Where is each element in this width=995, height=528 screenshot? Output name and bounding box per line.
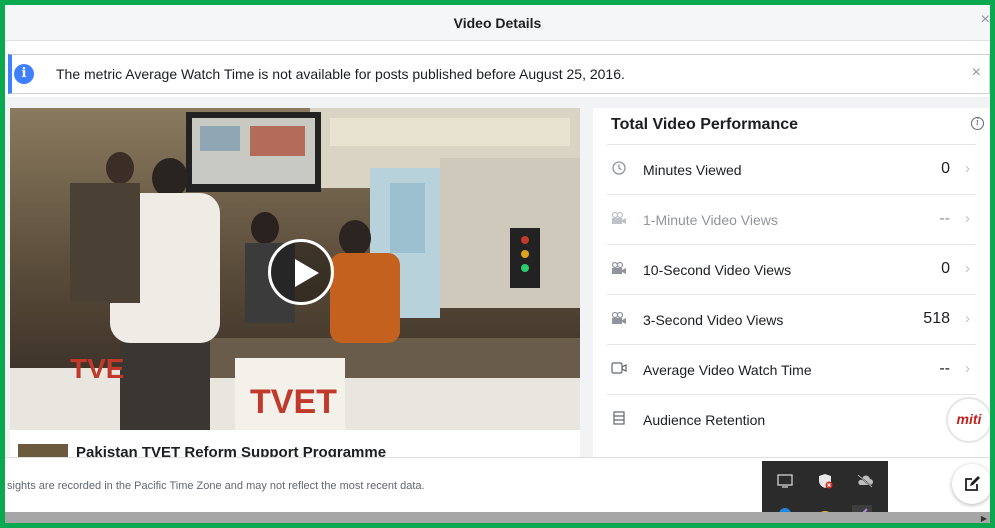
close-icon[interactable]: ×: [981, 11, 990, 29]
metric-label: Minutes Viewed: [643, 162, 742, 178]
chevron-right-icon: ›: [965, 260, 970, 277]
monitor-icon[interactable]: [776, 473, 794, 491]
chevron-right-icon: ›: [965, 210, 970, 227]
miti-logo: miti: [946, 397, 992, 443]
video-thumbnail: [18, 444, 68, 457]
cloud-offline-icon[interactable]: [856, 473, 874, 491]
metric-row-1-minute-views[interactable]: 1-Minute Video Views -- ›: [607, 194, 976, 244]
video-performance-panel: Total Video Performance i Minutes Viewed…: [593, 108, 990, 457]
svg-text:TVET: TVET: [250, 383, 337, 421]
film-icon: [611, 411, 627, 427]
video-camera-icon: [611, 311, 627, 327]
close-icon[interactable]: ×: [972, 64, 981, 82]
video-caption: Pakistan TVET Reform Support Programme: [76, 444, 387, 457]
metric-row-audience-retention[interactable]: Audience Retention: [607, 394, 976, 444]
video-icon: [611, 361, 627, 377]
timezone-note: sights are recorded in the Pacific Time …: [7, 480, 425, 492]
metric-label: Average Video Watch Time: [643, 362, 812, 378]
dialog-title: Video Details: [453, 15, 542, 31]
metric-label: 10-Second Video Views: [643, 262, 792, 278]
metric-row-minutes-viewed[interactable]: Minutes Viewed 0 ›: [607, 144, 976, 194]
scroll-right-icon[interactable]: ▶: [981, 514, 987, 523]
clock-icon: [611, 161, 627, 177]
metric-value: 0: [941, 160, 950, 177]
info-icon: i: [14, 64, 34, 84]
dialog-header: Video Details ×: [5, 5, 990, 41]
metric-value: 518: [923, 310, 950, 327]
horizontal-scrollbar[interactable]: [5, 512, 990, 523]
notice-banner: i The metric Average Watch Time is not a…: [8, 54, 990, 94]
video-player[interactable]: TVET TVE: [10, 108, 580, 430]
chevron-right-icon: ›: [965, 360, 970, 377]
security-shield-icon[interactable]: [816, 473, 834, 491]
metric-label: 3-Second Video Views: [643, 312, 784, 328]
notice-text: The metric Average Watch Time is not ava…: [56, 66, 625, 82]
svg-text:TVE: TVE: [70, 353, 124, 384]
metric-row-average-watch-time[interactable]: Average Video Watch Time -- ›: [607, 344, 976, 394]
metric-row-10-second-views[interactable]: 10-Second Video Views 0 ›: [607, 244, 976, 294]
compose-edit-button[interactable]: [952, 464, 992, 504]
video-caption-bar: Pakistan TVET Reform Support Programme: [10, 430, 580, 457]
chevron-right-icon: ›: [965, 310, 970, 327]
metric-label: Audience Retention: [643, 412, 766, 428]
info-icon[interactable]: i: [971, 117, 984, 130]
logo-text: miti: [956, 411, 982, 427]
metric-value: 0: [941, 260, 950, 277]
metric-value: --: [939, 360, 950, 377]
panel-title: Total Video Performance: [611, 116, 799, 133]
chevron-right-icon: ›: [965, 160, 970, 177]
metric-value: --: [939, 210, 950, 227]
video-camera-icon: [611, 211, 627, 227]
video-camera-icon: [611, 261, 627, 277]
edit-icon: [965, 476, 980, 491]
play-icon[interactable]: [268, 239, 334, 305]
metric-label: 1-Minute Video Views: [643, 212, 778, 228]
metric-row-3-second-views[interactable]: 3-Second Video Views 518 ›: [607, 294, 976, 344]
